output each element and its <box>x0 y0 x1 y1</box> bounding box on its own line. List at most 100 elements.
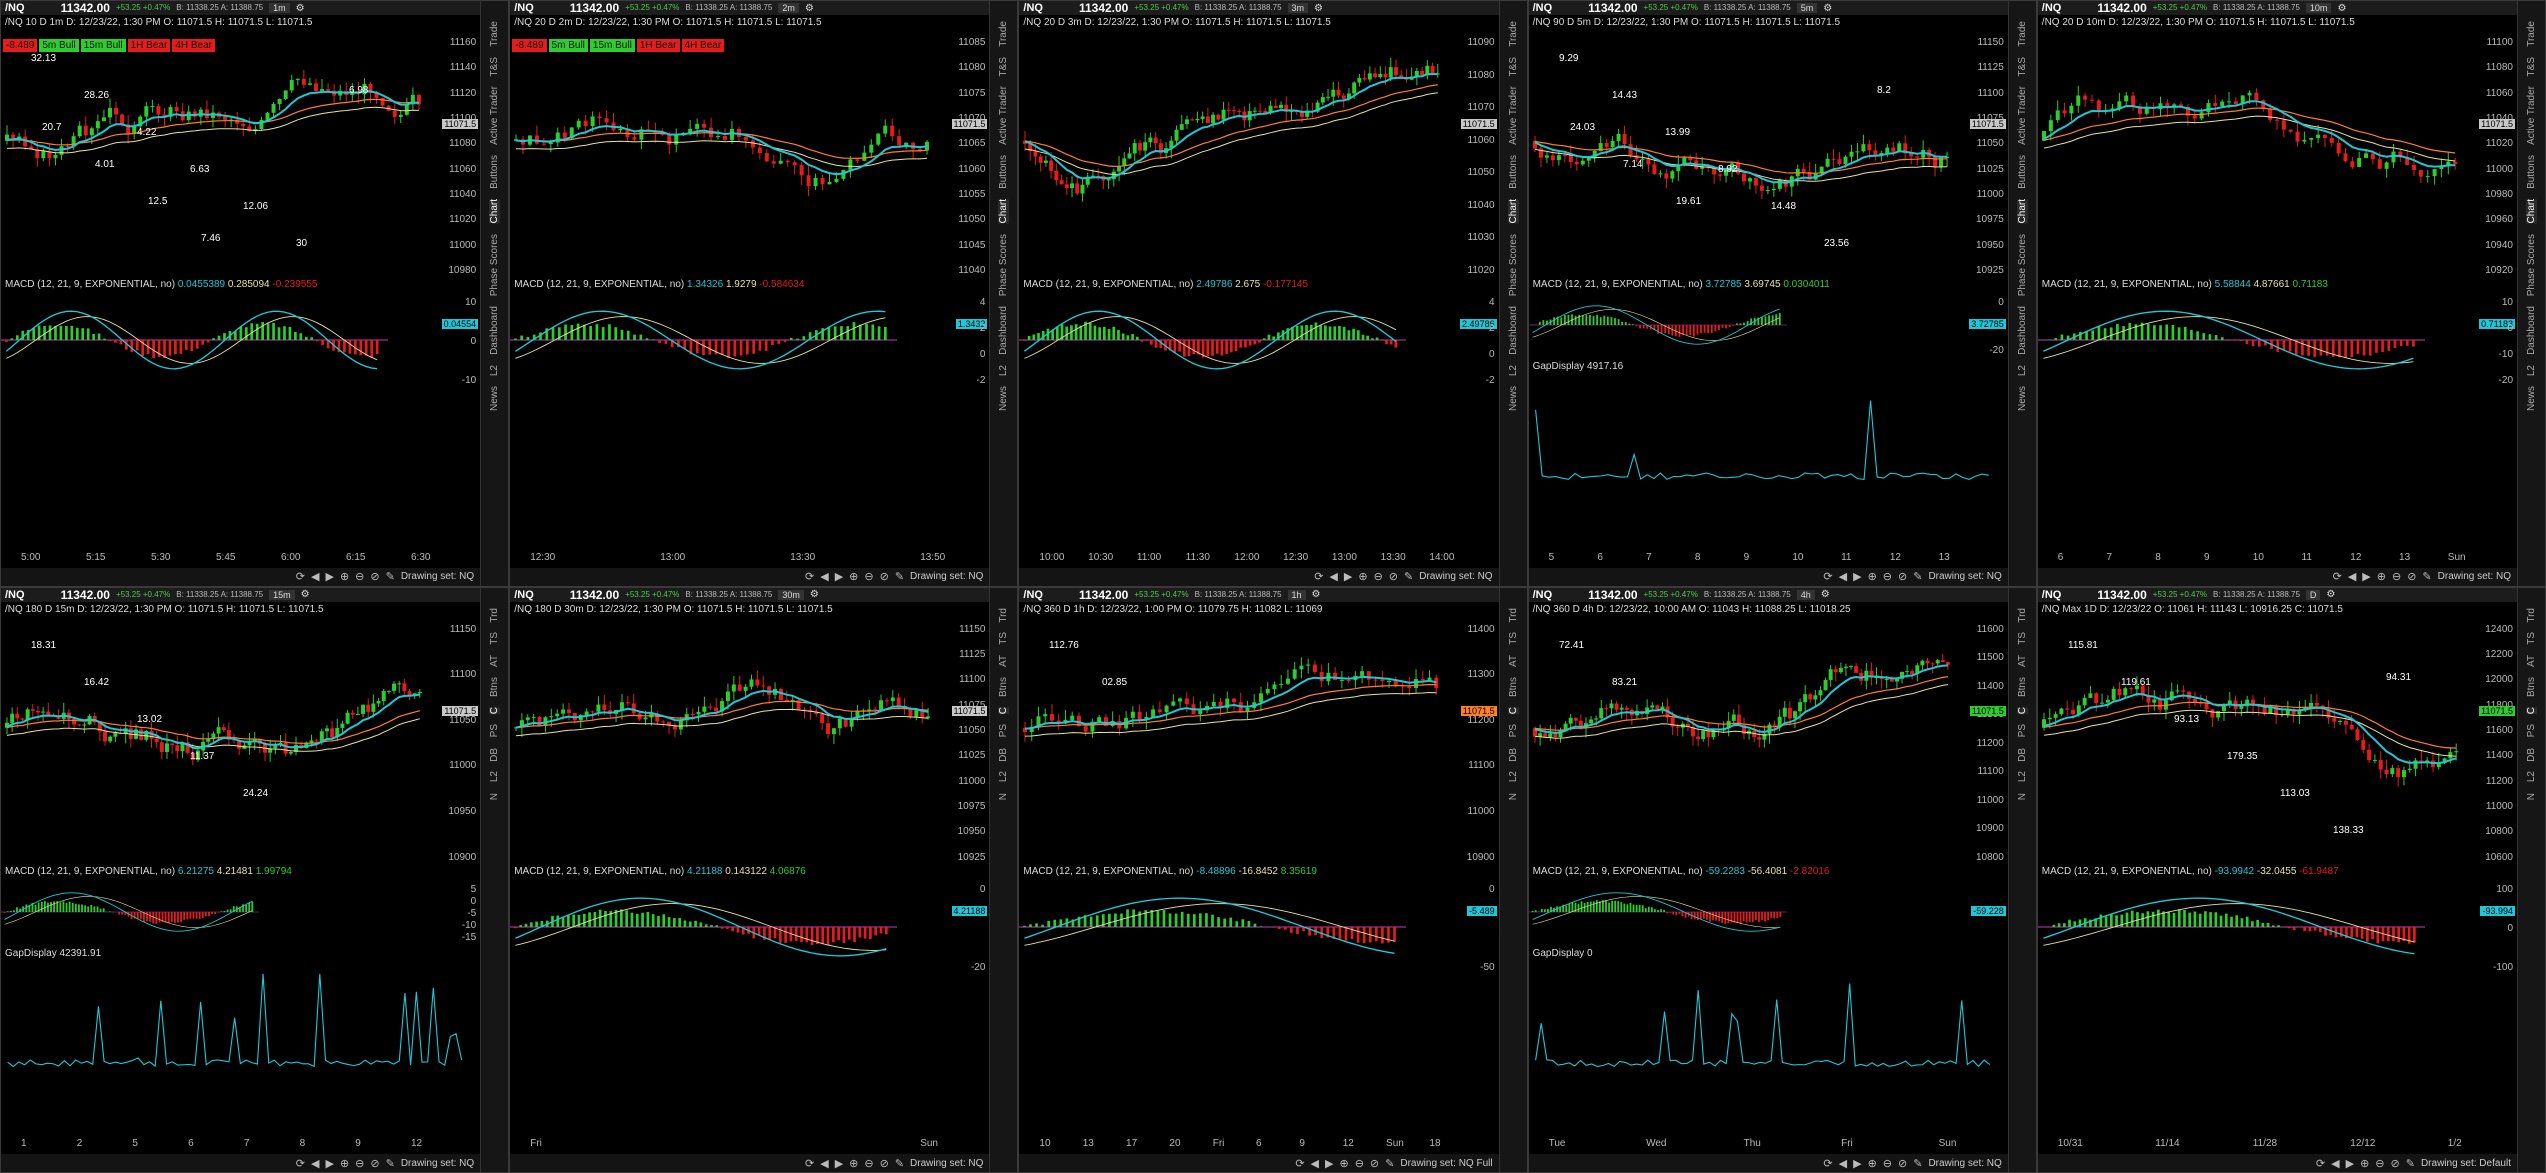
macd-chart[interactable] <box>1528 882 1787 942</box>
symbol-field[interactable]: /NQ <box>514 589 534 601</box>
zoom-box-icon[interactable]: ⊘ <box>1389 570 1398 583</box>
zoom-out-icon[interactable]: ⊖ <box>864 570 873 583</box>
side-tab-l2[interactable]: L2 <box>2017 365 2028 376</box>
side-tab-c[interactable]: C <box>1507 706 1519 715</box>
symbol-field[interactable]: /NQ <box>1023 589 1043 601</box>
scroll-right-icon[interactable]: ▶ <box>2362 570 2370 583</box>
reset-icon[interactable]: ⟳ <box>1314 570 1323 583</box>
zoom-box-icon[interactable]: ⊘ <box>880 1157 889 1170</box>
macd-chart[interactable] <box>1 882 259 942</box>
drawing-set-label[interactable]: Drawing set: NQ <box>2438 571 2511 582</box>
chart-panel-2m[interactable]: /NQ 11342.00 +53.25 +0.47% B: 11338.25 A: 1… <box>509 0 1019 587</box>
drawing-set-label[interactable]: Drawing set: NQ <box>910 571 983 582</box>
symbol-field[interactable]: /NQ <box>2042 589 2062 601</box>
reset-icon[interactable]: ⟳ <box>805 1157 814 1170</box>
zoom-in-icon[interactable]: ⊕ <box>849 1157 858 1170</box>
side-tab-db[interactable]: DB <box>2526 748 2537 762</box>
zoom-in-icon[interactable]: ⊕ <box>2377 570 2386 583</box>
zoom-box-icon[interactable]: ⊘ <box>370 570 379 583</box>
side-tab-l2[interactable]: L2 <box>489 771 500 782</box>
zoom-out-icon[interactable]: ⊖ <box>2375 1157 2384 1170</box>
symbol-field[interactable]: /NQ <box>1533 2 1553 14</box>
settings-icon[interactable]: ⚙ <box>1823 3 1832 14</box>
scroll-left-icon[interactable]: ◀ <box>1311 1157 1319 1170</box>
scroll-right-icon[interactable]: ▶ <box>1344 570 1352 583</box>
chart-panel-10m[interactable]: /NQ 11342.00 +53.25 +0.47% B: 11338.25 A: 1… <box>2036 0 2546 587</box>
scroll-right-icon[interactable]: ▶ <box>2346 1157 2354 1170</box>
pencil-icon[interactable]: ✎ <box>2422 570 2431 583</box>
side-tab-l2[interactable]: L2 <box>2526 365 2537 376</box>
side-tab-phase-scores[interactable]: Phase Scores <box>2526 234 2537 296</box>
symbol-field[interactable]: /NQ <box>2042 2 2062 14</box>
side-tab-active-trader[interactable]: Active Trader <box>2017 86 2028 145</box>
side-tab-n[interactable]: N <box>1508 793 1519 800</box>
symbol-field[interactable]: /NQ <box>1023 2 1043 14</box>
scroll-left-icon[interactable]: ◀ <box>1839 570 1847 583</box>
pencil-icon[interactable]: ✎ <box>386 1157 395 1170</box>
side-tab-n[interactable]: N <box>2526 793 2537 800</box>
side-tab-trd[interactable]: Trd <box>2526 608 2537 623</box>
chart-panel-1m[interactable]: /NQ 11342.00 +53.25 +0.47% B: 11338.25 A: 1… <box>0 0 510 587</box>
side-tab-buttons[interactable]: Buttons <box>2017 155 2028 189</box>
side-tab-c[interactable]: C <box>2016 706 2028 715</box>
drawing-set-label[interactable]: Drawing set: NQ <box>401 1158 474 1169</box>
side-tab-c[interactable]: C <box>998 706 1010 715</box>
side-tab-at[interactable]: AT <box>489 655 500 667</box>
side-tab-chart[interactable]: Chart <box>2016 199 2028 224</box>
chart-panel-15m[interactable]: /NQ 11342.00 +53.25 +0.47% B: 11338.25 A: 1… <box>0 586 510 1173</box>
side-tab-l2[interactable]: L2 <box>489 365 500 376</box>
zoom-box-icon[interactable]: ⊘ <box>2407 570 2416 583</box>
scroll-right-icon[interactable]: ▶ <box>835 1157 843 1170</box>
timeframe-button[interactable]: D <box>2305 589 2321 600</box>
timeframe-button[interactable]: 30m <box>778 589 804 600</box>
side-tab-ts[interactable]: TS <box>2017 632 2028 645</box>
timeframe-button[interactable]: 1h <box>1287 589 1306 600</box>
timeframe-button[interactable]: 3m <box>1287 3 1309 13</box>
side-tab-active-trader[interactable]: Active Trader <box>489 86 500 145</box>
zoom-box-icon[interactable]: ⊘ <box>1898 570 1907 583</box>
price-chart[interactable]: 72.4183.21 <box>1529 618 1959 862</box>
pencil-icon[interactable]: ✎ <box>895 570 904 583</box>
side-tab-active-trader[interactable]: Active Trader <box>2526 86 2537 145</box>
side-tab-buttons[interactable]: Buttons <box>489 155 500 189</box>
timeframe-button[interactable]: 1m <box>269 3 290 13</box>
settings-icon[interactable]: ⚙ <box>805 3 814 14</box>
side-tab-ps[interactable]: PS <box>2526 724 2537 737</box>
price-chart[interactable]: 115.81119.6193.13179.35113.03138.3394.31 <box>2038 618 2468 862</box>
settings-icon[interactable]: ⚙ <box>1821 589 1830 600</box>
settings-icon[interactable]: ⚙ <box>1312 589 1321 600</box>
macd-chart[interactable] <box>510 295 898 385</box>
scroll-left-icon[interactable]: ◀ <box>1329 570 1337 583</box>
side-tab-chart[interactable]: Chart <box>2526 199 2537 224</box>
side-tab-db[interactable]: DB <box>1508 748 1519 762</box>
side-tab-trade[interactable]: Trade <box>2017 21 2028 47</box>
side-tab-dashboard[interactable]: Dashboard <box>489 306 500 355</box>
macd-chart[interactable] <box>1 295 388 385</box>
side-tab-l2[interactable]: L2 <box>998 771 1009 782</box>
side-tab-dashboard[interactable]: Dashboard <box>2526 306 2537 355</box>
drawing-set-label[interactable]: Drawing set: NQ <box>401 571 474 582</box>
side-tab-trd[interactable]: Trd <box>489 608 500 623</box>
side-tab-chart[interactable]: Chart <box>1507 199 1519 224</box>
side-tab-ps[interactable]: PS <box>1508 724 1519 737</box>
zoom-box-icon[interactable]: ⊘ <box>1370 1157 1379 1170</box>
side-tab-dashboard[interactable]: Dashboard <box>2017 306 2028 355</box>
zoom-box-icon[interactable]: ⊘ <box>1898 1157 1907 1170</box>
zoom-out-icon[interactable]: ⊖ <box>1374 570 1383 583</box>
reset-icon[interactable]: ⟳ <box>2316 1157 2325 1170</box>
chart-panel-5m[interactable]: /NQ 11342.00 +53.25 +0.47% B: 11338.25 A: 1… <box>1527 0 2037 587</box>
side-tab-btns[interactable]: Btns <box>2017 677 2028 697</box>
side-tab-db[interactable]: DB <box>2017 748 2028 762</box>
reset-icon[interactable]: ⟳ <box>296 1157 305 1170</box>
timeframe-button[interactable]: 2m <box>778 3 799 13</box>
timeframe-button[interactable]: 4h <box>1796 589 1815 600</box>
macd-chart[interactable] <box>1528 295 1787 355</box>
side-tab-t-s[interactable]: T&S <box>998 57 1009 76</box>
side-tab-at[interactable]: AT <box>998 655 1009 667</box>
zoom-in-icon[interactable]: ⊕ <box>340 1157 349 1170</box>
side-tab-l2[interactable]: L2 <box>998 365 1009 376</box>
pencil-icon[interactable]: ✎ <box>386 570 395 583</box>
side-tab-l2[interactable]: L2 <box>2017 771 2028 782</box>
pencil-icon[interactable]: ✎ <box>895 1157 904 1170</box>
zoom-in-icon[interactable]: ⊕ <box>340 570 349 583</box>
